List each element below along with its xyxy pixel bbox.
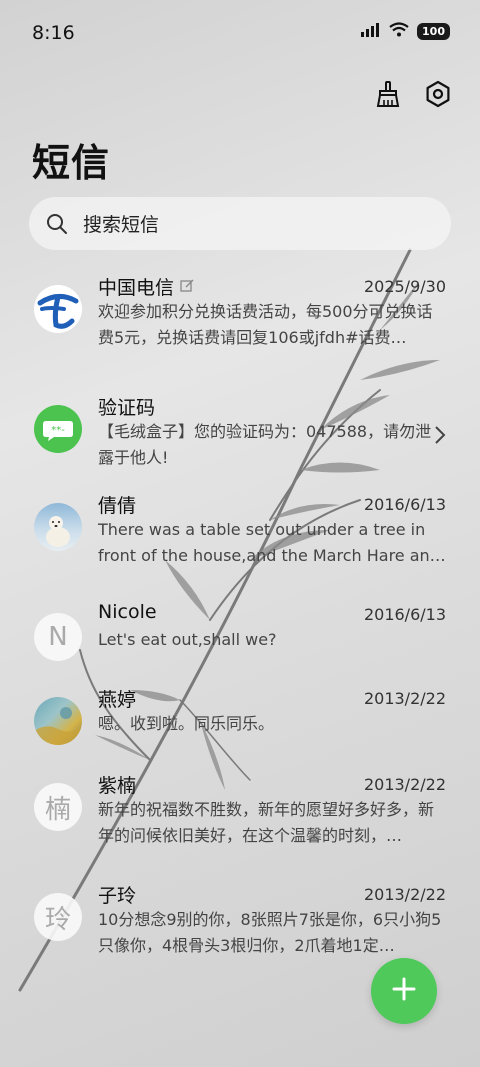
- contact-name-text: 中国电信: [98, 277, 175, 299]
- message-date: 2013/2/22: [363, 775, 446, 794]
- avatar: [34, 503, 82, 551]
- china-telecom-logo-icon: [34, 285, 82, 333]
- new-message-button[interactable]: [371, 958, 437, 1024]
- contact-name: 倩倩: [98, 495, 137, 517]
- broom-icon[interactable]: [372, 78, 404, 110]
- page-title: 短信: [32, 141, 111, 185]
- message-preview: Let's eat out,shall we?: [98, 630, 277, 649]
- search-input[interactable]: 搜索短信: [83, 210, 159, 237]
- search-icon: [45, 211, 71, 237]
- avatar: N: [34, 613, 82, 661]
- avatar: 玲: [34, 893, 82, 941]
- message-preview: 【毛绒盒子】您的验证码为：047588，请勿泄露于他人!: [98, 422, 432, 467]
- message-date: 2025/9/30: [363, 277, 446, 296]
- plus-icon: [391, 976, 417, 1006]
- message-date: 2016/6/13: [363, 605, 446, 624]
- message-date: 2013/2/22: [363, 689, 446, 708]
- svg-text:**-: **-: [51, 425, 65, 436]
- contact-name: 紫楠: [98, 775, 137, 797]
- message-preview: 欢迎参加积分兑换话费活动，每500分可兑换话费5元，兑换话费请回复106或jfd…: [98, 302, 433, 347]
- message-preview: 10分想念9别的你，8张照片7张是你，6只小狗5只像你，4根骨头3根归你，2爪着…: [98, 910, 442, 955]
- sms-code-icon: **-: [43, 421, 73, 441]
- battery-icon: 100: [417, 23, 450, 40]
- polar-bear-photo: [46, 516, 70, 547]
- conversation-item[interactable]: 中国电信 2025/9/30 欢迎参加积分兑换话费活动，每500分可兑换话费5元…: [0, 277, 480, 395]
- message-date: 2016/6/13: [363, 495, 446, 514]
- avatar: [34, 697, 82, 745]
- avatar: [34, 285, 82, 333]
- top-actions: [372, 78, 454, 110]
- contact-name: 子玲: [98, 885, 137, 907]
- search-bar[interactable]: 搜索短信: [29, 197, 451, 250]
- status-icons: 100: [361, 22, 450, 41]
- message-date: 2013/2/22: [363, 885, 446, 904]
- settings-icon[interactable]: [422, 78, 454, 110]
- signal-icon: [361, 22, 381, 41]
- message-preview: 新年的祝福数不胜数，新年的愿望好多好多，新年的问候依旧美好，在这个温馨的时刻，…: [98, 800, 435, 845]
- avatar: **-: [34, 405, 82, 453]
- chevron-right-icon[interactable]: [434, 425, 446, 449]
- status-bar: 8:16 100: [0, 0, 480, 66]
- contact-name: 中国电信: [98, 273, 194, 300]
- message-preview: 嗯。收到啦。同乐同乐。: [98, 714, 275, 733]
- wifi-icon: [389, 22, 409, 41]
- contact-name: 验证码: [98, 397, 156, 419]
- avatar: 楠: [34, 783, 82, 831]
- contact-name: Nicole: [98, 601, 157, 623]
- painting-photo: [34, 707, 82, 745]
- edit-icon: [180, 276, 194, 298]
- conversation-item[interactable]: 楠 紫楠 2013/2/22 新年的祝福数不胜数，新年的愿望好多好多，新年的问候…: [0, 775, 480, 893]
- conversation-item[interactable]: 倩倩 2016/6/13 There was a table set out u…: [0, 495, 480, 613]
- message-preview: There was a table set out under a tree i…: [98, 520, 446, 565]
- contact-name: 燕婷: [98, 689, 137, 711]
- status-time: 8:16: [32, 22, 75, 44]
